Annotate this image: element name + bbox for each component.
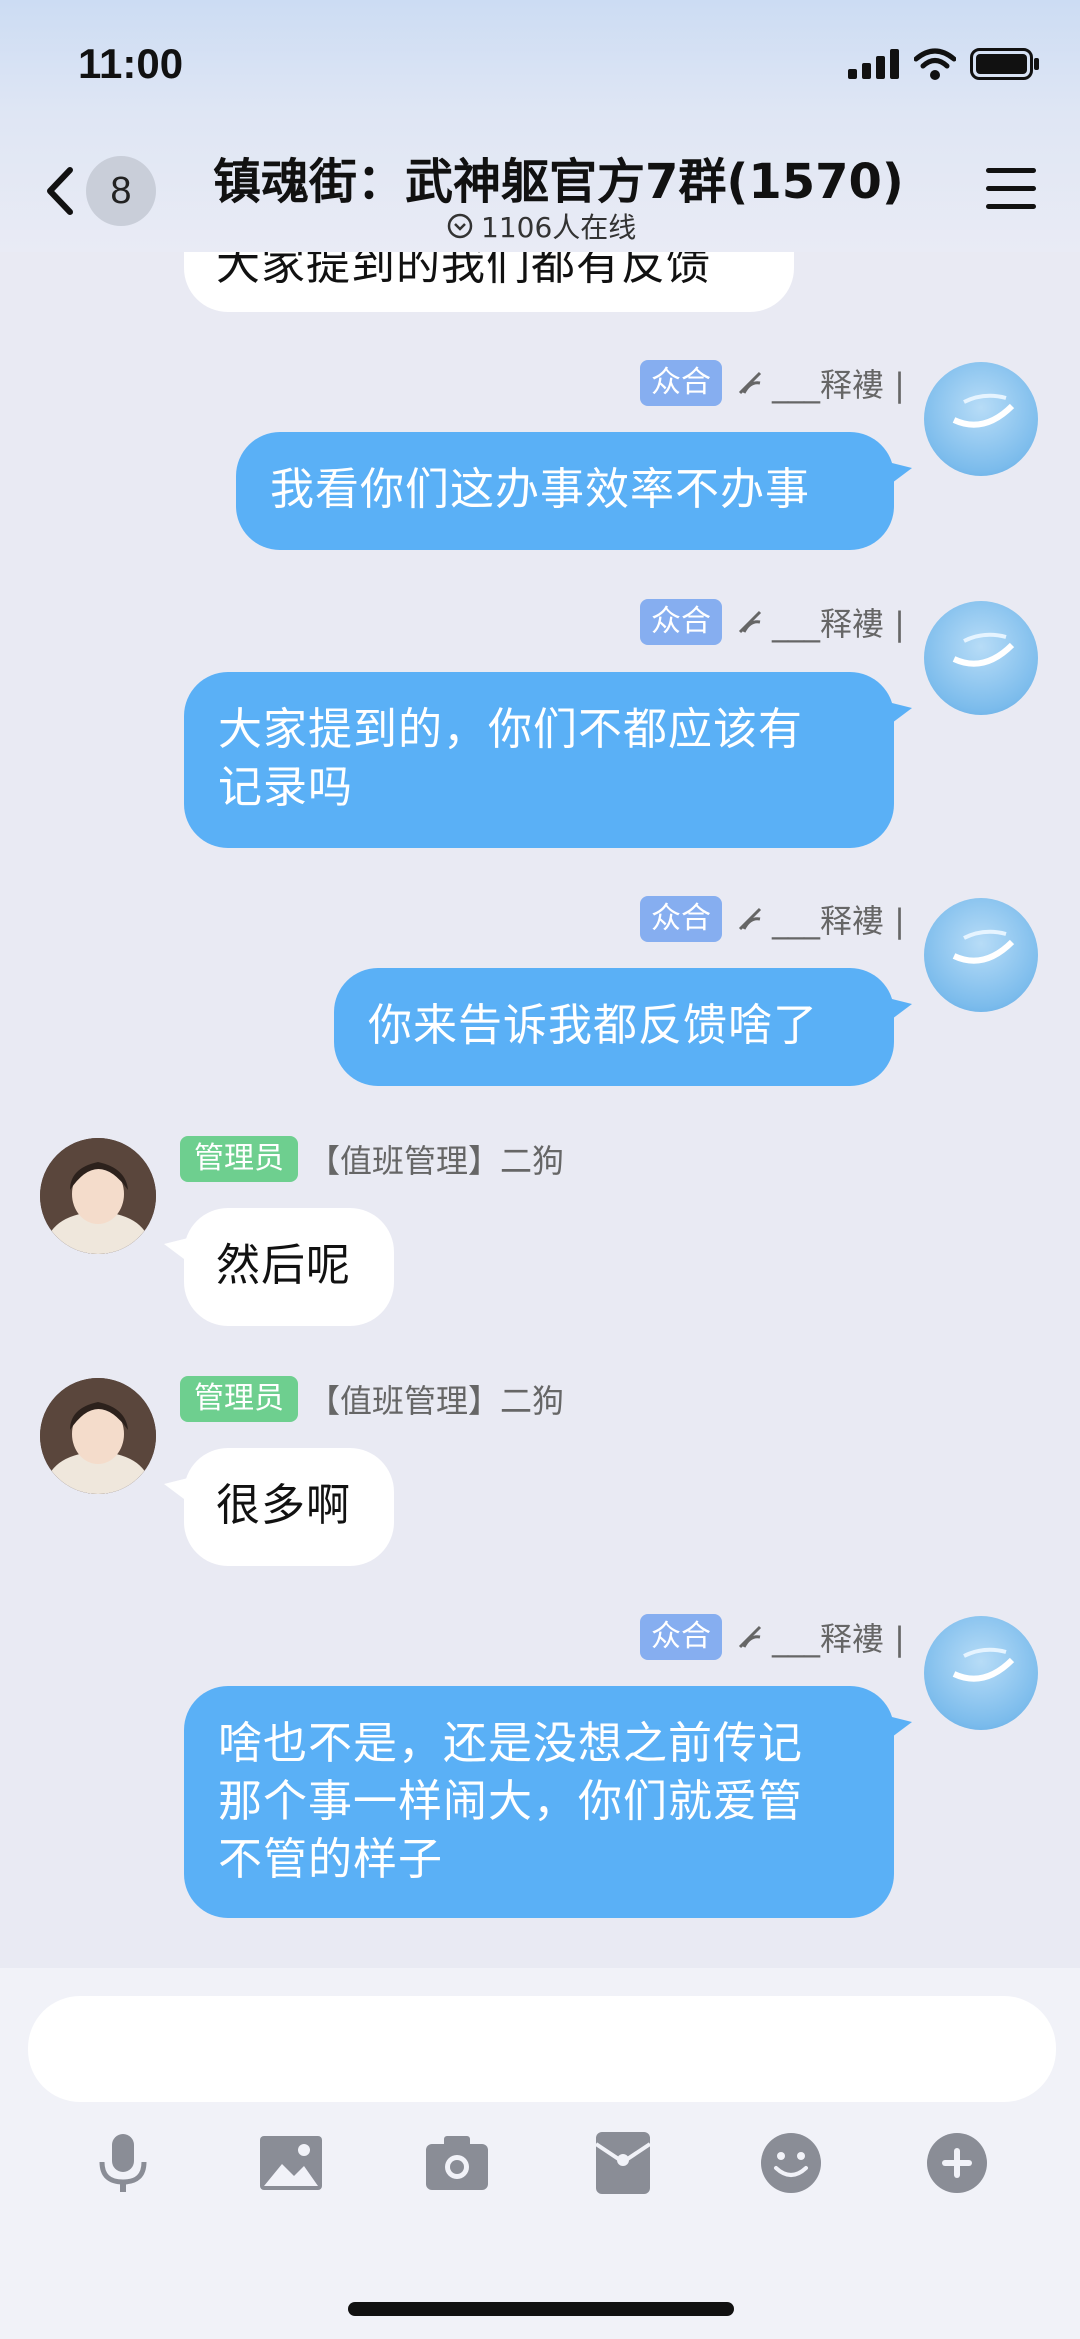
message-text: 那个事一样闹大，你们就爱管 [218, 1776, 803, 1827]
online-status[interactable]: 1106人在线 [447, 206, 636, 246]
admin-tag: 管理员 [180, 1376, 298, 1422]
avatar-image [40, 1138, 156, 1254]
bubble-tail [164, 1238, 188, 1262]
avatar-image [952, 632, 1015, 667]
message-text: 不管的样子 [218, 1834, 443, 1885]
signal-icon [848, 49, 899, 79]
sender-name[interactable]: ___释褸 | [736, 599, 905, 645]
message-bubble[interactable]: 然后呢 [184, 1208, 394, 1326]
signature-icon [738, 907, 762, 931]
signature-icon [738, 371, 762, 395]
sender-name[interactable]: 【值班管理】二狗 [308, 1376, 564, 1422]
signature-icon [738, 1625, 762, 1649]
avatar-image [40, 1378, 156, 1494]
chevron-circle-icon [447, 213, 473, 239]
back-arrow-icon[interactable] [40, 156, 80, 226]
camera-icon[interactable] [422, 2128, 492, 2198]
unread-count-badge[interactable]: 8 [86, 156, 156, 226]
message-text: 记录吗 [218, 762, 353, 813]
status-icons [848, 48, 1040, 80]
avatar-image [952, 1647, 1015, 1682]
message-bubble[interactable]: 你来告诉我都反馈啥了 [334, 968, 894, 1086]
online-count: 1106人在线 [481, 211, 637, 244]
avatar-image [952, 393, 1015, 428]
message-bubble[interactable]: 很多啊 [184, 1448, 394, 1566]
home-indicator [348, 2302, 734, 2316]
status-time: 11:00 [78, 40, 184, 87]
admin-avatar[interactable] [40, 1378, 156, 1494]
sender-name[interactable]: ___释褸 | [736, 1614, 905, 1660]
wifi-icon [914, 48, 956, 80]
chat-area[interactable]: 大家提到的我们都有反馈 众合 ___释褸 | 我看你们这办事效率不办事 众合 _… [0, 0, 1080, 1968]
admin-tag: 管理员 [180, 1136, 298, 1182]
avatar-image [952, 929, 1015, 964]
bubble-tail [888, 1716, 912, 1740]
message-text: 很多啊 [216, 1480, 351, 1531]
image-icon[interactable] [256, 2128, 326, 2198]
member-tag: 众合 [640, 599, 722, 645]
my-avatar[interactable] [924, 1616, 1038, 1730]
red-packet-icon[interactable] [588, 2128, 658, 2198]
member-tag: 众合 [640, 1614, 722, 1660]
bubble-tail [888, 702, 912, 726]
sender-name[interactable]: 【值班管理】二狗 [308, 1136, 564, 1182]
message-text: 大家提到的，你们不都应该有 [218, 704, 803, 755]
mic-icon[interactable] [88, 2128, 158, 2198]
member-tag: 众合 [640, 360, 722, 406]
plus-icon[interactable] [922, 2128, 992, 2198]
message-text: 我看你们这办事效率不办事 [270, 464, 810, 515]
member-tag: 众合 [640, 896, 722, 942]
message-bubble[interactable]: 大家提到的，你们不都应该有 记录吗 [184, 672, 894, 848]
emoji-icon[interactable] [756, 2128, 826, 2198]
message-text: 然后呢 [216, 1240, 351, 1291]
sender-name[interactable]: ___释褸 | [736, 360, 905, 406]
battery-icon [970, 48, 1039, 80]
message-input[interactable] [28, 1996, 1056, 2102]
my-avatar[interactable] [924, 362, 1038, 476]
message-bubble[interactable]: 啥也不是，还是没想之前传记 那个事一样闹大，你们就爱管 不管的样子 [184, 1686, 894, 1918]
chat-header: 11:00 8 镇魂街：武神躯官方7群(1570) 1106人在线 [0, 0, 1080, 252]
my-avatar[interactable] [924, 601, 1038, 715]
my-avatar[interactable] [924, 898, 1038, 1012]
admin-avatar[interactable] [40, 1138, 156, 1254]
message-text: 啥也不是，还是没想之前传记 [218, 1718, 803, 1769]
sender-name[interactable]: ___释褸 | [736, 896, 905, 942]
bubble-tail [888, 462, 912, 486]
message-text: 你来告诉我都反馈啥了 [368, 1000, 818, 1051]
menu-icon[interactable] [984, 166, 1038, 212]
message-bubble[interactable]: 我看你们这办事效率不办事 [236, 432, 894, 550]
group-title[interactable]: 镇魂街：武神躯官方7群(1570) [213, 142, 904, 212]
bubble-tail [888, 998, 912, 1022]
bubble-tail [164, 1478, 188, 1502]
input-panel [0, 1968, 1080, 2339]
signature-icon [738, 610, 762, 634]
